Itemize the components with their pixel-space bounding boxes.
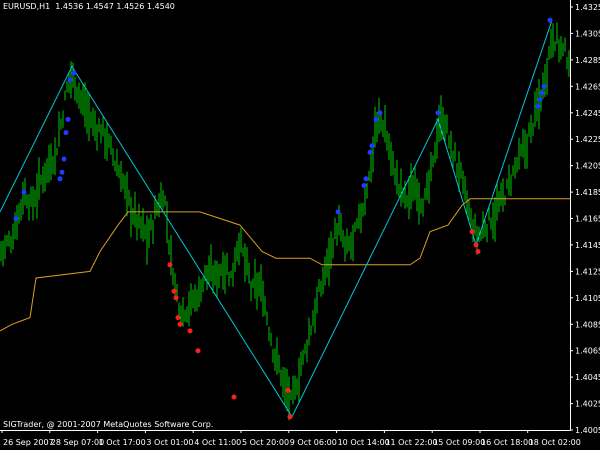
high-signal-dot bbox=[435, 110, 441, 116]
high-signal-dot bbox=[21, 189, 27, 195]
low-signal-dot bbox=[177, 321, 183, 327]
high-signal-dot bbox=[363, 176, 369, 182]
copyright-text: SIGTrader, @ 2001-2007 MetaQuotes Softwa… bbox=[3, 420, 214, 429]
low-signal-dot bbox=[167, 262, 173, 268]
high-signal-dot bbox=[13, 216, 19, 221]
high-signal-dot bbox=[59, 169, 65, 175]
time-tick-label: 10 Oct 14:00 bbox=[338, 438, 390, 447]
price-tick-label: 1.4025 bbox=[575, 400, 600, 409]
low-signal-dot bbox=[285, 387, 291, 393]
price-tick-label: 1.4225 bbox=[575, 135, 600, 144]
time-tick-label: 11 Oct 22:00 bbox=[385, 438, 437, 447]
price-tick-label: 1.4145 bbox=[575, 241, 600, 250]
low-signal-dot bbox=[475, 249, 481, 254]
price-chart[interactable]: 1.4325 1.4305 1.4285 1.4265 1.4245 1.4225 1.42… bbox=[0, 0, 600, 450]
high-signal-dot bbox=[67, 77, 73, 83]
high-signal-dot bbox=[541, 83, 547, 89]
high-signal-dot bbox=[57, 176, 63, 182]
price-tick-label: 1.4205 bbox=[575, 162, 600, 171]
high-signal-dot bbox=[65, 116, 71, 122]
price-tick-label: 1.4185 bbox=[575, 188, 600, 197]
high-signal-dot bbox=[537, 97, 543, 102]
price-tick-label: 1.4085 bbox=[575, 320, 600, 329]
time-tick-label: 28 Sep 07:00 bbox=[51, 438, 104, 447]
price-tick-label: 1.4165 bbox=[575, 215, 600, 224]
price-tick-label: 1.4065 bbox=[575, 347, 600, 356]
time-tick-label: 3 Oct 01:00 bbox=[146, 438, 193, 447]
price-tick-label: 1.4305 bbox=[575, 29, 600, 38]
time-tick-label: 26 Sep 2007 bbox=[3, 438, 54, 447]
price-tick-label: 1.4245 bbox=[575, 109, 600, 118]
high-signal-dot bbox=[535, 103, 541, 109]
chart-background bbox=[0, 0, 600, 450]
time-tick-label: 4 Oct 11:00 bbox=[194, 438, 241, 447]
low-signal-dot bbox=[173, 295, 179, 301]
chart-window[interactable]: 1.4325 1.4305 1.4285 1.4265 1.4245 1.4225 1.42… bbox=[0, 0, 600, 450]
low-signal-dot bbox=[187, 328, 193, 334]
price-tick-label: 1.4265 bbox=[575, 82, 600, 91]
high-signal-dot bbox=[539, 90, 545, 96]
low-signal-dot bbox=[473, 242, 479, 248]
time-tick-label: 5 Oct 20:00 bbox=[242, 438, 289, 447]
time-tick-label: 16 Oct 18:00 bbox=[481, 438, 533, 447]
high-signal-dot bbox=[377, 110, 383, 116]
price-tick-label: 1.4005 bbox=[575, 426, 600, 435]
time-tick-label: 1 Oct 17:00 bbox=[99, 438, 146, 447]
low-signal-dot bbox=[175, 315, 181, 321]
price-tick-label: 1.4125 bbox=[575, 267, 600, 276]
low-signal-dot bbox=[469, 229, 475, 235]
high-signal-dot bbox=[61, 156, 67, 162]
price-tick-label: 1.4045 bbox=[575, 373, 600, 382]
time-tick-label: 18 Oct 02:00 bbox=[529, 438, 581, 447]
chart-title: EURUSD,H1 1.4536 1.4547 1.4526 1.4540 bbox=[3, 2, 175, 11]
high-signal-dot bbox=[361, 183, 367, 188]
high-signal-dot bbox=[373, 116, 379, 122]
price-tick-label: 1.4105 bbox=[575, 294, 600, 303]
price-tick-label: 1.4285 bbox=[575, 56, 600, 65]
high-signal-dot bbox=[369, 143, 375, 149]
time-tick-label: 15 Oct 09:00 bbox=[433, 438, 485, 447]
low-signal-dot bbox=[231, 394, 237, 400]
low-signal-dot bbox=[287, 414, 293, 420]
low-signal-dot bbox=[195, 348, 201, 354]
high-signal-dot bbox=[335, 209, 341, 215]
high-signal-dot bbox=[63, 130, 69, 136]
time-tick-label: 9 Oct 06:00 bbox=[290, 438, 337, 447]
price-tick-label: 1.4325 bbox=[575, 3, 600, 12]
high-signal-dot bbox=[71, 70, 77, 76]
low-signal-dot bbox=[171, 288, 177, 294]
high-signal-dot bbox=[547, 17, 553, 23]
high-signal-dot bbox=[367, 149, 373, 155]
